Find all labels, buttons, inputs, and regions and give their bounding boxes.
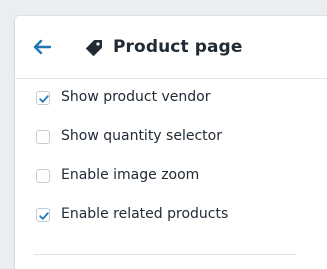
option-show-product-vendor[interactable]: Show product vendor: [15, 79, 327, 118]
option-label: Show quantity selector: [61, 128, 222, 144]
tag-icon: [86, 40, 102, 56]
divider: [34, 254, 296, 255]
checkmark-icon: [39, 212, 49, 220]
checkbox[interactable]: [36, 208, 50, 222]
back-button[interactable]: [33, 39, 53, 55]
panel-header: Product page: [15, 16, 327, 79]
arrow-left-icon: [33, 39, 52, 55]
options-list: Show product vendor Show quantity select…: [15, 79, 327, 235]
settings-panel: Product page Show product vendor Show qu…: [15, 16, 327, 269]
checkbox[interactable]: [36, 91, 50, 105]
option-show-quantity-selector[interactable]: Show quantity selector: [15, 118, 327, 157]
checkbox[interactable]: [36, 169, 50, 183]
option-label: Enable related products: [61, 206, 229, 222]
checkbox[interactable]: [36, 130, 50, 144]
option-label: Show product vendor: [61, 89, 211, 105]
option-enable-related-products[interactable]: Enable related products: [15, 196, 327, 235]
option-enable-image-zoom[interactable]: Enable image zoom: [15, 157, 327, 196]
option-label: Enable image zoom: [61, 167, 200, 183]
page-title: Product page: [113, 37, 243, 57]
checkmark-icon: [39, 95, 49, 103]
